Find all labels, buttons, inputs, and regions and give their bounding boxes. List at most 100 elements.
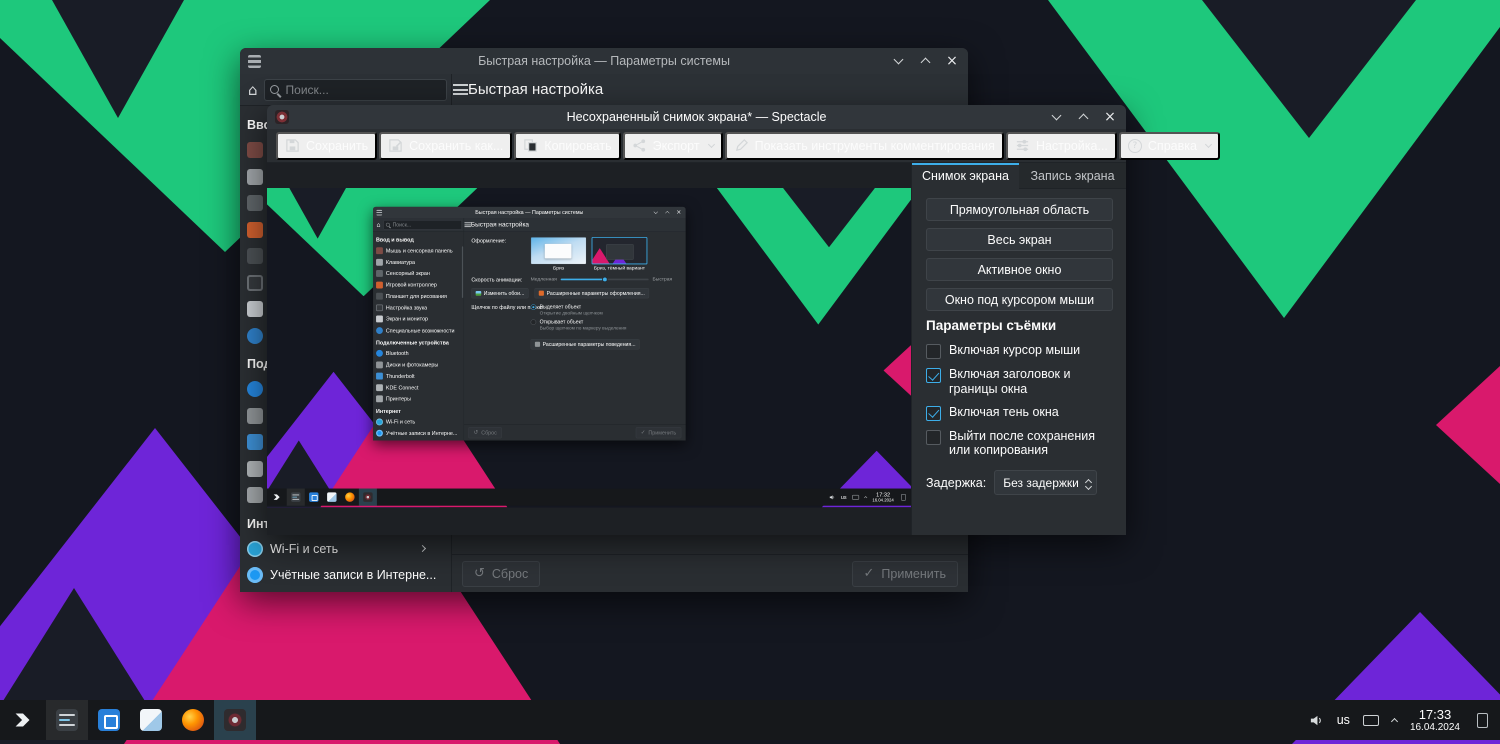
bluetooth-icon — [247, 381, 263, 398]
tab-recording[interactable]: Запись экрана — [1019, 163, 1126, 189]
help-button[interactable]: ? Справка — [1118, 131, 1220, 160]
titlebar[interactable]: Несохраненный снимок экрана* — Spectacle… — [267, 105, 1126, 129]
option-include-titlebar[interactable]: Включая заголовок и границы окна — [926, 367, 1113, 397]
list-item: Мышь и сенсорная панель — [373, 245, 464, 256]
list-item: Wi-Fi и сеть — [373, 416, 464, 427]
apply-button[interactable]: ✓ Применить — [851, 560, 958, 587]
window-title: Быстрая настройка — Параметры системы — [478, 54, 730, 68]
list-item: Специальные возможности — [373, 325, 464, 336]
preview-desktop: Быстрая настройка — Параметры системы × … — [267, 188, 911, 508]
save-as-button[interactable]: Сохранить как... — [379, 131, 513, 160]
save-button[interactable]: Сохранить — [276, 131, 378, 160]
kde-connect-icon — [247, 460, 263, 477]
maximize-button[interactable] — [919, 55, 931, 68]
delay-spinbox[interactable]: Без задержки — [994, 470, 1097, 495]
sound-icon — [376, 304, 383, 312]
system-settings-task-button[interactable] — [46, 700, 88, 740]
titlebar[interactable]: Быстрая настройка — Параметры системы × — [240, 48, 968, 74]
accessibility-icon — [247, 327, 263, 344]
configure-button[interactable]: Настройка... — [1005, 131, 1117, 160]
checkbox-icon[interactable] — [926, 429, 941, 445]
delay-label: Задержка: — [926, 475, 987, 490]
gamepad-icon — [376, 281, 383, 289]
minimize-button[interactable] — [1050, 110, 1062, 123]
spectacle-task-button[interactable] — [214, 700, 256, 740]
option-quit-after-save[interactable]: Выйти после сохранения или копирования — [926, 429, 1113, 459]
search-input[interactable] — [285, 82, 441, 97]
screenshot-preview: Быстрая настройка — Параметры системы × … — [267, 188, 911, 508]
sound-icon — [247, 274, 263, 291]
close-button[interactable]: × — [1104, 110, 1116, 124]
maximize-button[interactable] — [1077, 111, 1089, 124]
bluetooth-icon — [376, 349, 383, 357]
save-icon — [286, 139, 299, 152]
minimize-button[interactable] — [892, 54, 904, 67]
settings-footer: ↺ Сброс ✓ Применить — [452, 554, 968, 592]
drawing-tablet-icon — [247, 248, 263, 265]
capture-window-under-cursor-button[interactable]: Окно под курсором мыши — [926, 288, 1113, 311]
volume-icon[interactable] — [1309, 713, 1324, 728]
sidebar-item-online-accounts[interactable]: Учётные записи в Интерне... — [240, 562, 451, 589]
export-icon — [633, 139, 645, 152]
preview-settings-footer: ↺ Сброс ✓ Применить — [464, 424, 686, 440]
disks-icon — [247, 407, 263, 424]
capture-active-window-button[interactable]: Активное окно — [926, 258, 1113, 281]
wifi-icon — [376, 418, 383, 426]
keyboard-layout-indicator: us — [840, 494, 847, 501]
checkbox-icon[interactable] — [926, 405, 941, 421]
gear-icon — [534, 341, 541, 347]
option-include-pointer[interactable]: Включая курсор мыши — [926, 343, 1113, 359]
radio-option: Открывает объект — [530, 319, 627, 325]
sidebar-item-wifi[interactable]: Wi-Fi и сеть — [240, 536, 451, 563]
annotate-icon — [735, 139, 748, 152]
radio-icon — [530, 319, 537, 325]
keyboard-icon — [376, 258, 383, 266]
reset-button[interactable]: ↺ Сброс — [462, 560, 541, 587]
annotate-button[interactable]: Показать инструменты комментирования — [724, 131, 1004, 160]
tray-expand-icon — [864, 496, 868, 500]
preview-settings-header: ⌂ Быстрая настройка — [373, 218, 686, 232]
preview-titlebar: Быстрая настройка — Параметры системы × — [373, 206, 686, 219]
preview-search-box — [383, 219, 462, 230]
wifi-icon — [247, 540, 263, 557]
list-item: Игровой контроллер — [373, 279, 464, 290]
option-include-shadow[interactable]: Включая тень окна — [926, 405, 1113, 421]
system-settings-task-icon — [286, 488, 305, 506]
tray-expand-icon[interactable] — [1390, 717, 1398, 726]
volume-icon — [829, 495, 834, 500]
dolphin-task-button[interactable] — [130, 700, 172, 740]
firefox-icon — [182, 709, 204, 731]
clock[interactable]: 17:33 16.04.2024 — [1410, 707, 1460, 733]
close-button[interactable]: × — [946, 54, 958, 68]
firefox-task-button[interactable] — [172, 700, 214, 740]
window-title: Несохраненный снимок экрана* — Spectacle — [566, 110, 827, 124]
search-icon — [269, 84, 282, 96]
launcher-icon — [15, 713, 30, 727]
checkbox-icon[interactable] — [926, 368, 941, 383]
theme-card-breeze-dark: Бриз, тёмный вариант — [591, 236, 648, 271]
home-button[interactable]: ⌂ — [248, 79, 258, 101]
capture-rectangular-region-button[interactable]: Прямоугольная область — [926, 198, 1113, 221]
export-button[interactable]: Экспорт — [622, 131, 723, 160]
gamepad-icon — [247, 221, 263, 238]
advanced-behavior-button: Расширенные параметры поведения... — [530, 339, 640, 350]
radio-icon — [530, 304, 537, 310]
tab-screenshot[interactable]: Снимок экрана — [912, 163, 1019, 189]
checkbox-icon[interactable] — [926, 344, 941, 359]
spectacle-window: Несохраненный снимок экрана* — Spectacle… — [267, 105, 1220, 535]
keyboard-layout-indicator[interactable]: us — [1337, 713, 1350, 727]
discover-task-button[interactable] — [88, 700, 130, 740]
capture-options-heading: Параметры съёмки — [926, 318, 1057, 333]
capture-full-screen-button[interactable]: Весь экран — [926, 228, 1113, 251]
panel-edge-button[interactable] — [1477, 712, 1488, 728]
touchscreen-icon — [376, 270, 383, 277]
launcher-button[interactable] — [0, 700, 46, 740]
theme-thumbnail — [530, 236, 587, 265]
advanced-appearance-button: Расширенные параметры оформления... — [534, 288, 650, 299]
search-box[interactable] — [263, 78, 447, 101]
spectacle-side-panel: Снимок экрана Запись экрана Прямоугольна… — [911, 163, 1126, 535]
display-icon[interactable] — [1362, 714, 1379, 726]
list-item: Клавиатура — [373, 256, 464, 267]
copy-button[interactable]: Копировать — [514, 131, 621, 160]
disks-icon — [376, 361, 383, 369]
